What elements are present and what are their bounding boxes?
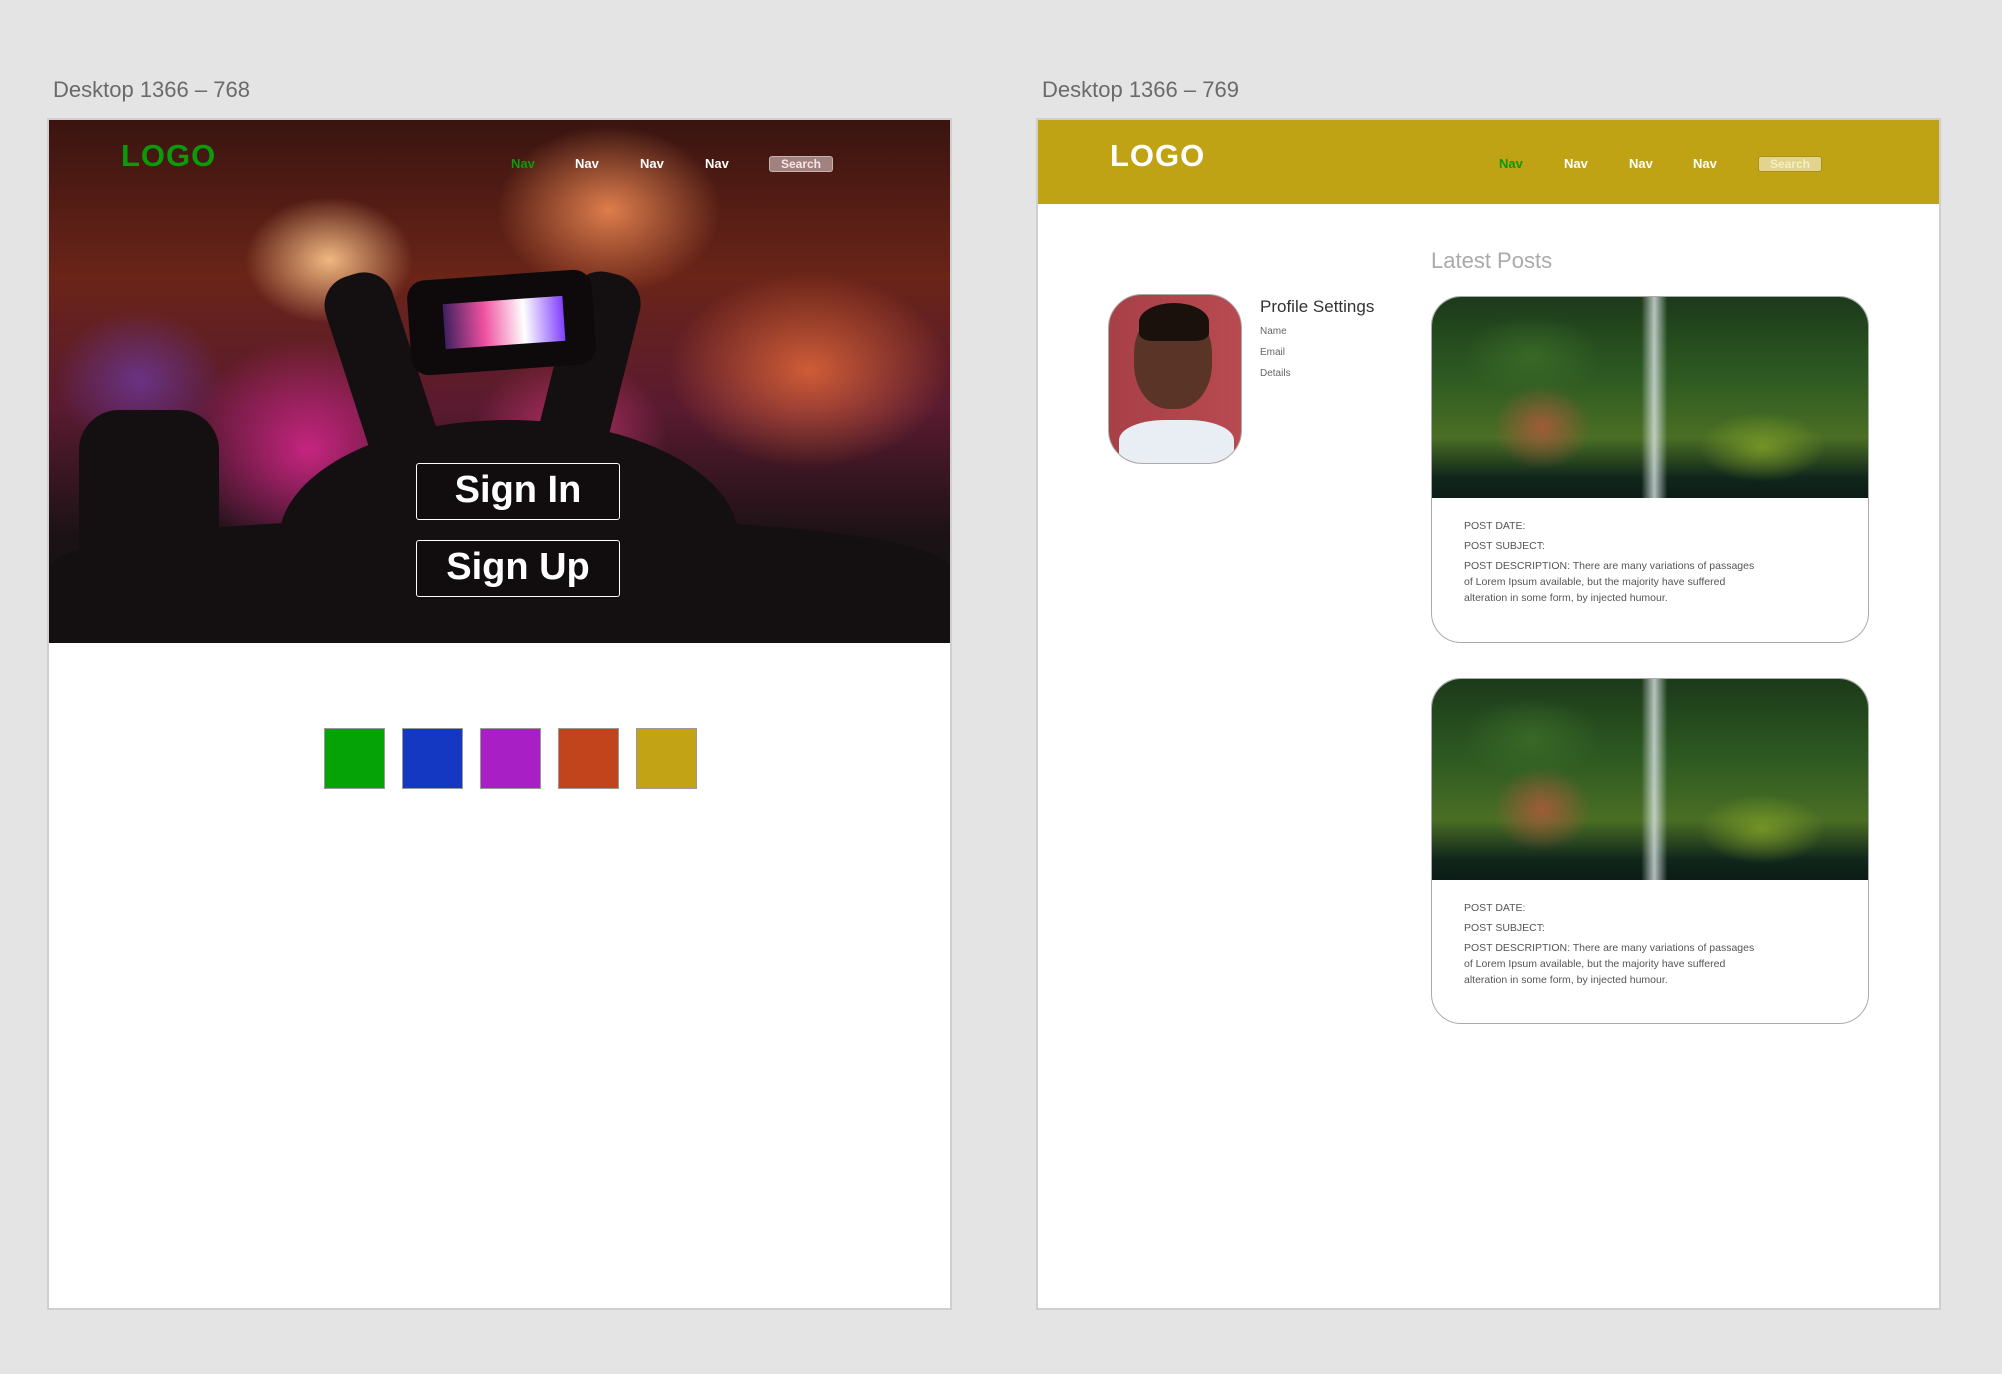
color-swatch-orange (558, 728, 619, 789)
search-input[interactable]: Search (1758, 156, 1822, 172)
profile-details-link[interactable]: Details (1260, 368, 1291, 379)
post-date: POST DATE: (1464, 520, 1526, 532)
artboard-label: Desktop 1366 – 768 (53, 77, 250, 102)
nav-item[interactable]: Nav (1693, 156, 1717, 171)
nav-item-active[interactable]: Nav (511, 156, 535, 171)
search-input[interactable]: Search (769, 156, 833, 172)
post-subject: POST SUBJECT: (1464, 922, 1545, 934)
latest-posts-heading: Latest Posts (1431, 248, 1553, 273)
post-description: POST DESCRIPTION: There are many variati… (1464, 942, 1755, 986)
profile-name-link[interactable]: Name (1260, 326, 1287, 337)
color-swatch-blue (402, 728, 463, 789)
logo[interactable]: LOGO (121, 138, 216, 174)
post-card[interactable]: POST DATE: POST SUBJECT: POST DESCRIPTIO… (1431, 296, 1869, 643)
nav-item[interactable]: Nav (575, 156, 599, 171)
nav-item-active[interactable]: Nav (1499, 156, 1523, 171)
color-swatch-mustard (636, 728, 697, 789)
artboard-landing: LOGO Nav Nav Nav Nav Search Sign In Sign… (47, 118, 952, 1310)
logo[interactable]: LOGO (1110, 138, 1205, 174)
color-swatch-green (324, 728, 385, 789)
artboard-label: Desktop 1366 – 769 (1042, 77, 1239, 102)
artboard-profile: LOGO Nav Nav Nav Nav Search Latest Posts… (1036, 118, 1941, 1310)
post-image (1432, 679, 1868, 880)
nav-item[interactable]: Nav (705, 156, 729, 171)
sign-up-button[interactable]: Sign Up (416, 540, 620, 597)
profile-settings-title: Profile Settings (1260, 297, 1375, 316)
nav-item[interactable]: Nav (1629, 156, 1653, 171)
color-swatch-purple (480, 728, 541, 789)
post-subject: POST SUBJECT: (1464, 540, 1545, 552)
post-description: POST DESCRIPTION: There are many variati… (1464, 560, 1755, 604)
post-card[interactable]: POST DATE: POST SUBJECT: POST DESCRIPTIO… (1431, 678, 1869, 1024)
sign-in-button[interactable]: Sign In (416, 463, 620, 520)
post-date: POST DATE: (1464, 902, 1526, 914)
avatar[interactable] (1108, 294, 1242, 464)
post-image (1432, 297, 1868, 498)
nav-item[interactable]: Nav (640, 156, 664, 171)
profile-email-link[interactable]: Email (1260, 347, 1285, 358)
nav-item[interactable]: Nav (1564, 156, 1588, 171)
